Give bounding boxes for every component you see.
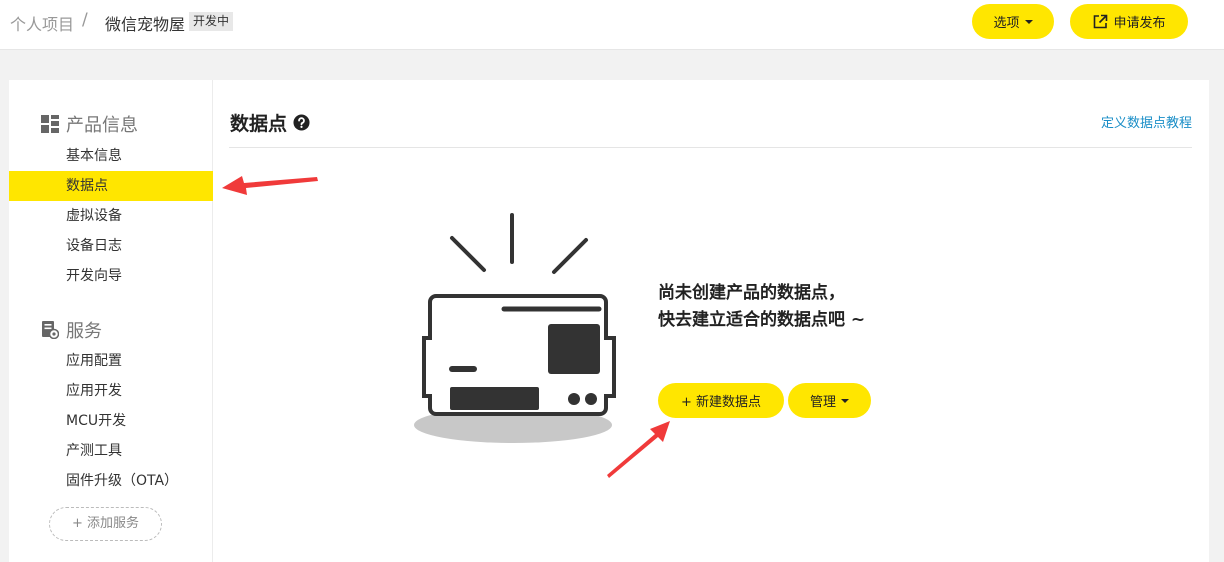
page-title-row: 数据点 bbox=[230, 109, 310, 136]
publish-button[interactable]: 申请发布 bbox=[1070, 4, 1188, 39]
section-title: 产品信息 bbox=[66, 115, 138, 136]
tutorial-link[interactable]: 定义数据点教程 bbox=[1101, 112, 1192, 131]
publish-label: 申请发布 bbox=[1113, 16, 1166, 31]
sidebar-item-app-dev[interactable]: 应用开发 bbox=[9, 376, 213, 406]
add-service-button[interactable]: + 添加服务 bbox=[49, 507, 162, 541]
empty-state-message: 尚未创建产品的数据点， 快去建立适合的数据点吧 ~ bbox=[658, 280, 865, 334]
section-title: 服务 bbox=[66, 321, 102, 342]
annotation-arrow-sidebar bbox=[222, 176, 318, 195]
status-badge: 开发中 bbox=[189, 12, 234, 31]
content-card: 产品信息 基本信息 数据点 虚拟设备 设备日志 开发向导 服务 应用配置 应用开… bbox=[9, 80, 1209, 562]
external-link-icon bbox=[1094, 14, 1108, 28]
empty-line-2: 快去建立适合的数据点吧 ~ bbox=[658, 310, 866, 330]
breadcrumb-current: 微信宠物屋 bbox=[105, 15, 186, 34]
question-circle-icon[interactable] bbox=[293, 114, 310, 131]
service-doc-icon bbox=[42, 321, 59, 339]
device-board-illustration bbox=[414, 213, 616, 443]
new-datapoint-button[interactable]: + 新建数据点 bbox=[658, 383, 784, 418]
manage-dropdown-button[interactable]: 管理 bbox=[788, 383, 871, 418]
section-services: 服务 bbox=[41, 317, 102, 343]
sidebar-item-virtual-device[interactable]: 虚拟设备 bbox=[9, 201, 213, 231]
sidebar-item-production-test[interactable]: 产测工具 bbox=[9, 436, 213, 466]
section-product-info: 产品信息 bbox=[41, 111, 138, 137]
sidebar-item-app-config[interactable]: 应用配置 bbox=[9, 346, 213, 376]
caret-down-icon bbox=[841, 398, 849, 403]
sidebar-item-device-log[interactable]: 设备日志 bbox=[9, 231, 213, 261]
page-title: 数据点 bbox=[230, 113, 288, 135]
sidebar-item-dev-guide[interactable]: 开发向导 bbox=[9, 261, 213, 291]
sidebar-item-ota[interactable]: 固件升级（OTA） bbox=[9, 466, 213, 496]
sidebar-item-datapoints[interactable]: 数据点 bbox=[9, 171, 213, 201]
divider bbox=[229, 147, 1192, 148]
caret-down-icon bbox=[1024, 19, 1033, 24]
sidebar-item-basic-info[interactable]: 基本信息 bbox=[9, 141, 213, 171]
grid-icon bbox=[41, 115, 59, 133]
annotation-arrow-new-button bbox=[607, 421, 670, 478]
manage-label: 管理 bbox=[809, 395, 836, 410]
sidebar-item-mcu-dev[interactable]: MCU开发 bbox=[9, 406, 213, 436]
empty-line-1: 尚未创建产品的数据点， bbox=[658, 283, 845, 303]
breadcrumb-root[interactable]: 个人项目 bbox=[10, 11, 74, 35]
options-dropdown-button[interactable]: 选项 bbox=[972, 4, 1054, 39]
sidebar: 产品信息 基本信息 数据点 虚拟设备 设备日志 开发向导 服务 应用配置 应用开… bbox=[9, 80, 213, 562]
options-label: 选项 bbox=[993, 16, 1020, 31]
breadcrumb-separator: / bbox=[82, 10, 88, 30]
top-bar: 个人项目 / 微信宠物屋 开发中 选项 申请发布 bbox=[0, 0, 1224, 50]
